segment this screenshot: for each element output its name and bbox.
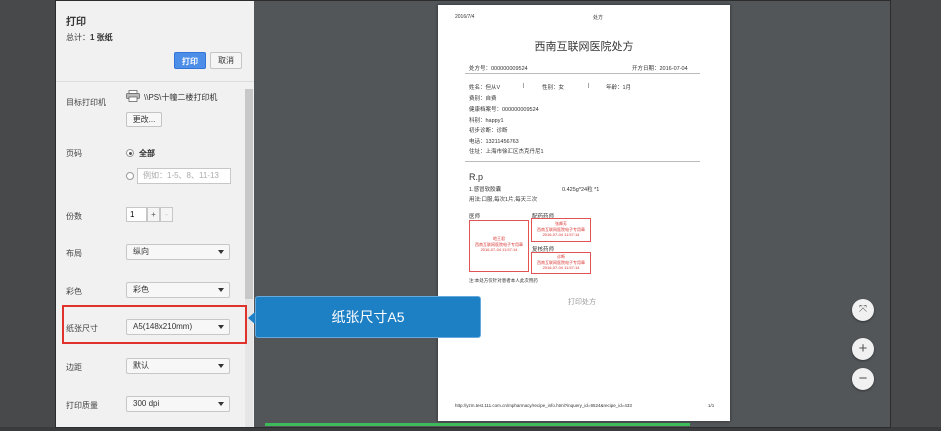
sidebar-header: 打印 总计：1 张纸 打印 取消 [56, 1, 254, 82]
sheet-total: 总计：1 张纸 [66, 32, 113, 43]
copies-input[interactable]: 1 [126, 207, 147, 222]
annotation-callout: 纸张尺寸A5 [255, 296, 481, 338]
layout-label: 布局 [66, 249, 82, 258]
sidebar-scrollbar[interactable] [245, 89, 253, 427]
destination-label: 目标打印机 [66, 98, 106, 107]
margins-label: 边距 [66, 363, 82, 372]
fit-icon: ⤧ [859, 304, 867, 315]
page-number: 1/1 [708, 403, 715, 408]
print-dialog: 打印 总计：1 张纸 打印 取消 目标打印机 \\PS\十幢二楼打印机 更改..… [55, 0, 891, 428]
fit-to-page-button[interactable]: ⤧ [852, 299, 874, 321]
doctor-label: 医师 [469, 214, 481, 220]
prescription-note: 注:本处方仅针对患者本人此次用药 [469, 278, 538, 283]
print-settings-sidebar: 打印 总计：1 张纸 打印 取消 目标打印机 \\PS\十幢二楼打印机 更改..… [56, 1, 254, 427]
scrollbar-thumb[interactable] [245, 89, 253, 299]
rx-date: 开方日期：2016-07-04 [632, 66, 688, 72]
rp-heading: R.p [469, 172, 484, 182]
doctor-stamp: 地王君 西南互联网医院电子专用章 2016-07-04 11:57:14 [469, 220, 529, 272]
layout-value: 纵向 [133, 247, 149, 256]
patient-age: 年龄：1月 [606, 85, 632, 91]
drug-usage: 用法:口服,每次1片,每天三次 [469, 197, 538, 203]
pages-label: 页码 [66, 149, 82, 158]
paper-size-highlight [62, 305, 247, 344]
record-number: 健康档案号：000000009524 [469, 107, 539, 113]
checker-stamp: 诊断 西南互联网医院电子专用章 2016-07-04 11:57:14 [531, 252, 591, 274]
color-select[interactable]: 彩色 [126, 282, 230, 298]
plus-icon: + [858, 340, 868, 357]
minus-icon: − [858, 370, 868, 387]
sheet-total-label: 总计： [66, 33, 90, 42]
copies-decrement-button[interactable]: - [160, 207, 173, 222]
print-button[interactable]: 打印 [174, 52, 206, 69]
change-printer-button[interactable]: 更改... [126, 112, 162, 127]
color-value: 彩色 [133, 285, 149, 294]
drug-dose: 0.425g*24粒 *1 [562, 187, 600, 193]
preview-page: 2016/7/4 处方 西南互联网医院处方 处方号：000000009524 开… [438, 5, 730, 421]
patient-name: 姓名：但从V [469, 85, 501, 91]
separator: | [588, 83, 590, 89]
pages-all-radio[interactable] [126, 149, 134, 157]
copies-increment-button[interactable]: + [147, 207, 160, 222]
margins-value: 默认 [133, 361, 149, 370]
print-preview-area: 2016/7/4 处方 西南互联网医院处方 处方号：000000009524 开… [254, 1, 890, 427]
prescription-title: 西南互联网医院处方 [534, 41, 634, 53]
outer-background-right [891, 0, 941, 431]
printer-icon [126, 90, 140, 102]
sheet-total-count: 1 张纸 [90, 33, 113, 42]
layout-select[interactable]: 纵向 [126, 244, 230, 260]
zoom-out-button[interactable]: − [852, 368, 874, 390]
stamp-text: 2016-07-04 11:57:14 [542, 265, 580, 270]
stamp-text: 2016-07-04 11:57:14 [542, 232, 580, 237]
print-prescription-text: 打印处方 [568, 299, 596, 306]
chevron-down-icon [218, 250, 224, 254]
printer-name: \\PS\十幢二楼打印机 [144, 93, 218, 102]
dialog-title: 打印 [66, 17, 86, 28]
quality-label: 打印质量 [66, 401, 98, 410]
separator: | [523, 83, 525, 89]
pages-range-radio[interactable] [126, 172, 134, 180]
quality-select[interactable]: 300 dpi [126, 396, 230, 412]
chevron-down-icon [218, 288, 224, 292]
chevron-down-icon [218, 402, 224, 406]
outer-background-left [0, 0, 55, 431]
drug-name: 1.感冒软胶囊 [469, 187, 502, 193]
copies-label: 份数 [66, 212, 82, 221]
page-header-title: 处方 [593, 15, 604, 21]
diagnosis: 初步诊断：诊断 [469, 128, 508, 134]
page-footer-url: http://yzm.test.111.com.cn/mpharmacy/rec… [455, 403, 632, 408]
phone: 电话：13211456763 [469, 139, 519, 145]
divider [465, 161, 700, 162]
patient-gender: 性别：女 [542, 85, 565, 91]
fee-type: 费别：自费 [469, 96, 497, 102]
department: 科别：happy1 [469, 118, 504, 124]
rx-number: 处方号：000000009524 [469, 66, 528, 72]
divider [465, 73, 700, 74]
page-header-date: 2016/7/4 [455, 14, 475, 20]
zoom-in-button[interactable]: + [852, 338, 874, 360]
cancel-button[interactable]: 取消 [210, 52, 242, 69]
margins-select[interactable]: 默认 [126, 358, 230, 374]
chevron-down-icon [218, 364, 224, 368]
quality-value: 300 dpi [133, 399, 160, 408]
pages-all-label: 全部 [139, 149, 155, 158]
color-label: 彩色 [66, 287, 82, 296]
progress-bar [265, 423, 690, 426]
page-range-input[interactable]: 例如：1-5、8、11-13 [137, 168, 231, 184]
pharmacist-stamp: 张卿芳 西南互联网医院电子专用章 2016-07-04 11:57:14 [531, 218, 591, 242]
address: 住址：上海市徐汇区杰克丹尼1 [469, 149, 544, 155]
stamp-text: 2016-07-04 11:57:14 [480, 247, 518, 252]
